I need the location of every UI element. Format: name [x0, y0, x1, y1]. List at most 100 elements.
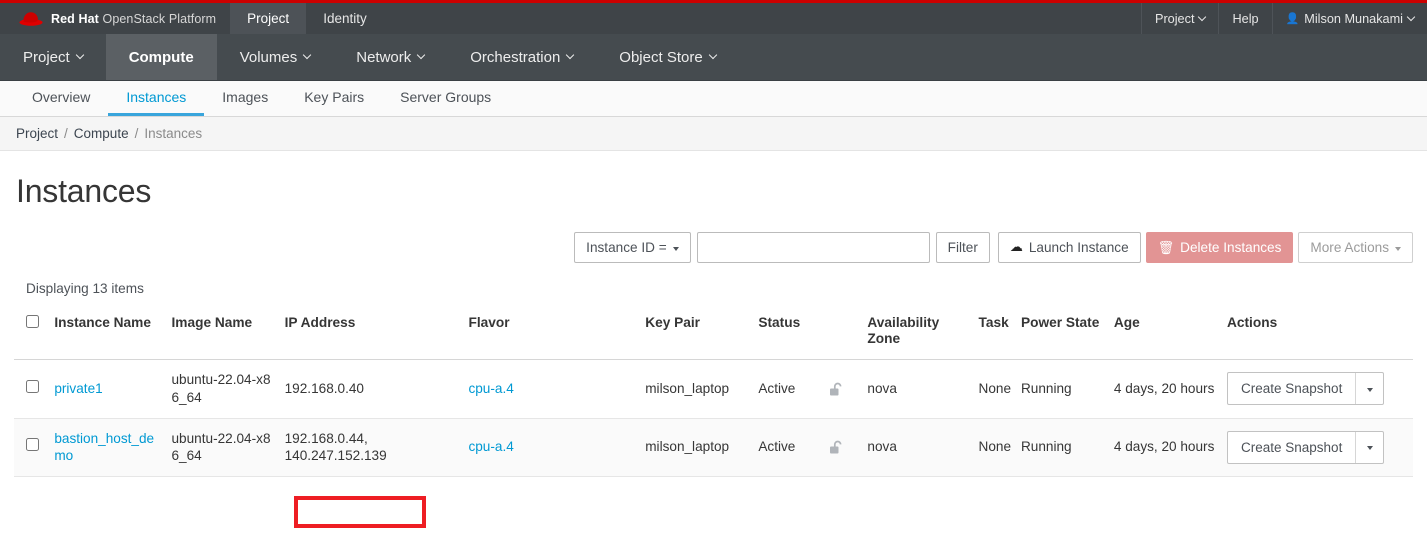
create-snapshot-button[interactable]: Create Snapshot	[1228, 373, 1355, 404]
instances-table-head: Instance Name Image Name IP Address Flav…	[14, 306, 1413, 361]
more-actions-button[interactable]: More Actions	[1298, 232, 1413, 263]
launch-instance-button[interactable]: ☁ Launch Instance	[997, 232, 1141, 263]
user-menu[interactable]: 👤 Milson Munakami	[1271, 3, 1427, 34]
instance-name-link[interactable]: bastion_host_demo	[54, 431, 154, 464]
cell-ip-address: 192.168.0.40	[278, 359, 463, 419]
cell-task: None	[972, 359, 1015, 419]
brand-logo[interactable]: Red Hat OpenStack Platform	[0, 3, 230, 34]
row-actions-dropdown-toggle[interactable]	[1355, 431, 1383, 463]
cell-instance-name: bastion_host_demo	[48, 418, 166, 478]
breadcrumb-item-instances: Instances	[144, 126, 203, 141]
nav-item-object-store-label: Object Store	[619, 48, 703, 66]
redhat-hat-icon	[19, 12, 43, 26]
masthead-tab-project-label: Project	[247, 11, 290, 26]
user-icon: 👤	[1285, 13, 1300, 25]
header-availability-zone[interactable]: Availability Zone	[861, 306, 973, 361]
nav-item-orchestration[interactable]: Orchestration	[447, 34, 596, 80]
masthead: Red Hat OpenStack Platform Project Ident…	[0, 3, 1427, 34]
brand-bold: Red Hat	[51, 11, 99, 26]
filter-field-select[interactable]: Instance ID =	[574, 232, 691, 263]
breadcrumb-separator: /	[64, 126, 68, 141]
header-power-state[interactable]: Power State	[1014, 306, 1108, 361]
table-row: private1 ubuntu-22.04-x86_64 192.168.0.4…	[14, 359, 1413, 419]
table-header-row: Instance Name Image Name IP Address Flav…	[14, 306, 1413, 361]
cell-power-state: Running	[1014, 359, 1108, 419]
row-checkbox[interactable]	[26, 380, 39, 394]
help-menu[interactable]: Help	[1218, 3, 1271, 34]
table-toolbar: Instance ID = Filter ☁ Launch Instance 🗑…	[14, 220, 1413, 269]
masthead-tab-project[interactable]: Project	[230, 3, 307, 34]
nav-item-object-store[interactable]: Object Store	[596, 34, 738, 80]
tab-images-label: Images	[222, 89, 269, 105]
cell-flavor: cpu-a.4	[462, 418, 640, 478]
delete-instances-button[interactable]: 🗑 Delete Instances	[1145, 232, 1294, 263]
cell-instance-name: private1	[48, 359, 166, 419]
nav-item-compute[interactable]: Compute	[105, 34, 217, 80]
ip-primary: 192.168.0.44,	[284, 430, 368, 446]
header-image-name[interactable]: Image Name	[165, 306, 279, 361]
caret-down-icon	[1366, 387, 1373, 392]
tab-images[interactable]: Images	[204, 81, 286, 116]
nav-item-compute-label: Compute	[128, 48, 194, 66]
filter-button[interactable]: Filter	[935, 232, 990, 263]
flavor-link[interactable]: cpu-a.4	[468, 381, 513, 396]
header-task[interactable]: Task	[972, 306, 1015, 361]
tab-server-groups-label: Server Groups	[400, 89, 492, 105]
row-action-split-button: Create Snapshot	[1227, 430, 1385, 464]
masthead-right: Project Help 👤 Milson Munakami	[1140, 3, 1427, 34]
tab-server-groups[interactable]: Server Groups	[382, 81, 509, 116]
main-content: Instances Instance ID = Filter ☁ Launch …	[0, 151, 1427, 478]
caret-down-icon	[672, 246, 679, 251]
breadcrumb-item-compute[interactable]: Compute	[74, 126, 129, 141]
nav-item-project-label: Project	[23, 48, 70, 66]
chevron-down-icon	[302, 50, 312, 60]
chevron-down-icon	[417, 50, 426, 60]
cell-actions: Create Snapshot	[1221, 418, 1413, 478]
cell-availability-zone: nova	[861, 418, 973, 478]
tab-key-pairs[interactable]: Key Pairs	[286, 81, 382, 116]
cell-status: Active	[752, 359, 824, 419]
header-ip-address[interactable]: IP Address	[278, 306, 463, 361]
cell-key-pair: milson_laptop	[639, 418, 753, 478]
nav-item-network[interactable]: Network	[333, 34, 447, 80]
item-count: Displaying 13 items	[26, 281, 144, 296]
unlocked-padlock-icon	[830, 382, 842, 396]
ip-secondary: 140.247.152.139	[284, 448, 387, 464]
primary-nav: Project Compute Volumes Network Orchestr…	[0, 34, 1427, 81]
nav-item-project[interactable]: Project	[0, 34, 106, 80]
instances-table: Instance Name Image Name IP Address Flav…	[14, 306, 1413, 478]
flavor-link[interactable]: cpu-a.4	[468, 439, 513, 454]
page-root: Red Hat OpenStack Platform Project Ident…	[0, 0, 1427, 535]
filter-input[interactable]	[696, 232, 930, 263]
tab-overview-label: Overview	[32, 89, 91, 105]
select-all-checkbox[interactable]	[26, 315, 39, 328]
caret-down-icon	[1366, 446, 1373, 451]
tab-instances[interactable]: Instances	[108, 81, 205, 116]
cell-age: 4 days, 20 hours	[1107, 359, 1221, 419]
header-flavor[interactable]: Flavor	[462, 306, 640, 361]
nav-item-volumes[interactable]: Volumes	[217, 34, 334, 80]
cell-lock	[823, 418, 862, 478]
header-key-pair[interactable]: Key Pair	[639, 306, 753, 361]
breadcrumb-item-project[interactable]: Project	[16, 126, 58, 141]
cell-key-pair: milson_laptop	[639, 359, 753, 419]
masthead-tab-identity[interactable]: Identity	[306, 3, 384, 34]
project-switcher[interactable]: Project	[1140, 3, 1219, 34]
caret-down-icon	[1395, 246, 1401, 251]
unlocked-padlock-icon	[830, 441, 842, 454]
header-status[interactable]: Status	[752, 306, 824, 361]
cell-image-name: ubuntu-22.04-x86_64	[165, 359, 279, 419]
cell-flavor: cpu-a.4	[462, 359, 640, 419]
tab-overview[interactable]: Overview	[14, 81, 108, 116]
select-all-header	[14, 306, 49, 361]
row-select-cell	[14, 359, 49, 419]
header-instance-name[interactable]: Instance Name	[48, 306, 166, 361]
chevron-down-icon	[1406, 12, 1416, 21]
row-actions-dropdown-toggle[interactable]	[1355, 373, 1383, 405]
row-checkbox[interactable]	[26, 438, 39, 452]
secondary-tabs: Overview Instances Images Key Pairs Serv…	[0, 81, 1427, 117]
cell-actions: Create Snapshot	[1221, 359, 1413, 419]
create-snapshot-button[interactable]: Create Snapshot	[1228, 432, 1355, 463]
header-age[interactable]: Age	[1107, 306, 1221, 361]
instance-name-link[interactable]: private1	[54, 381, 102, 396]
